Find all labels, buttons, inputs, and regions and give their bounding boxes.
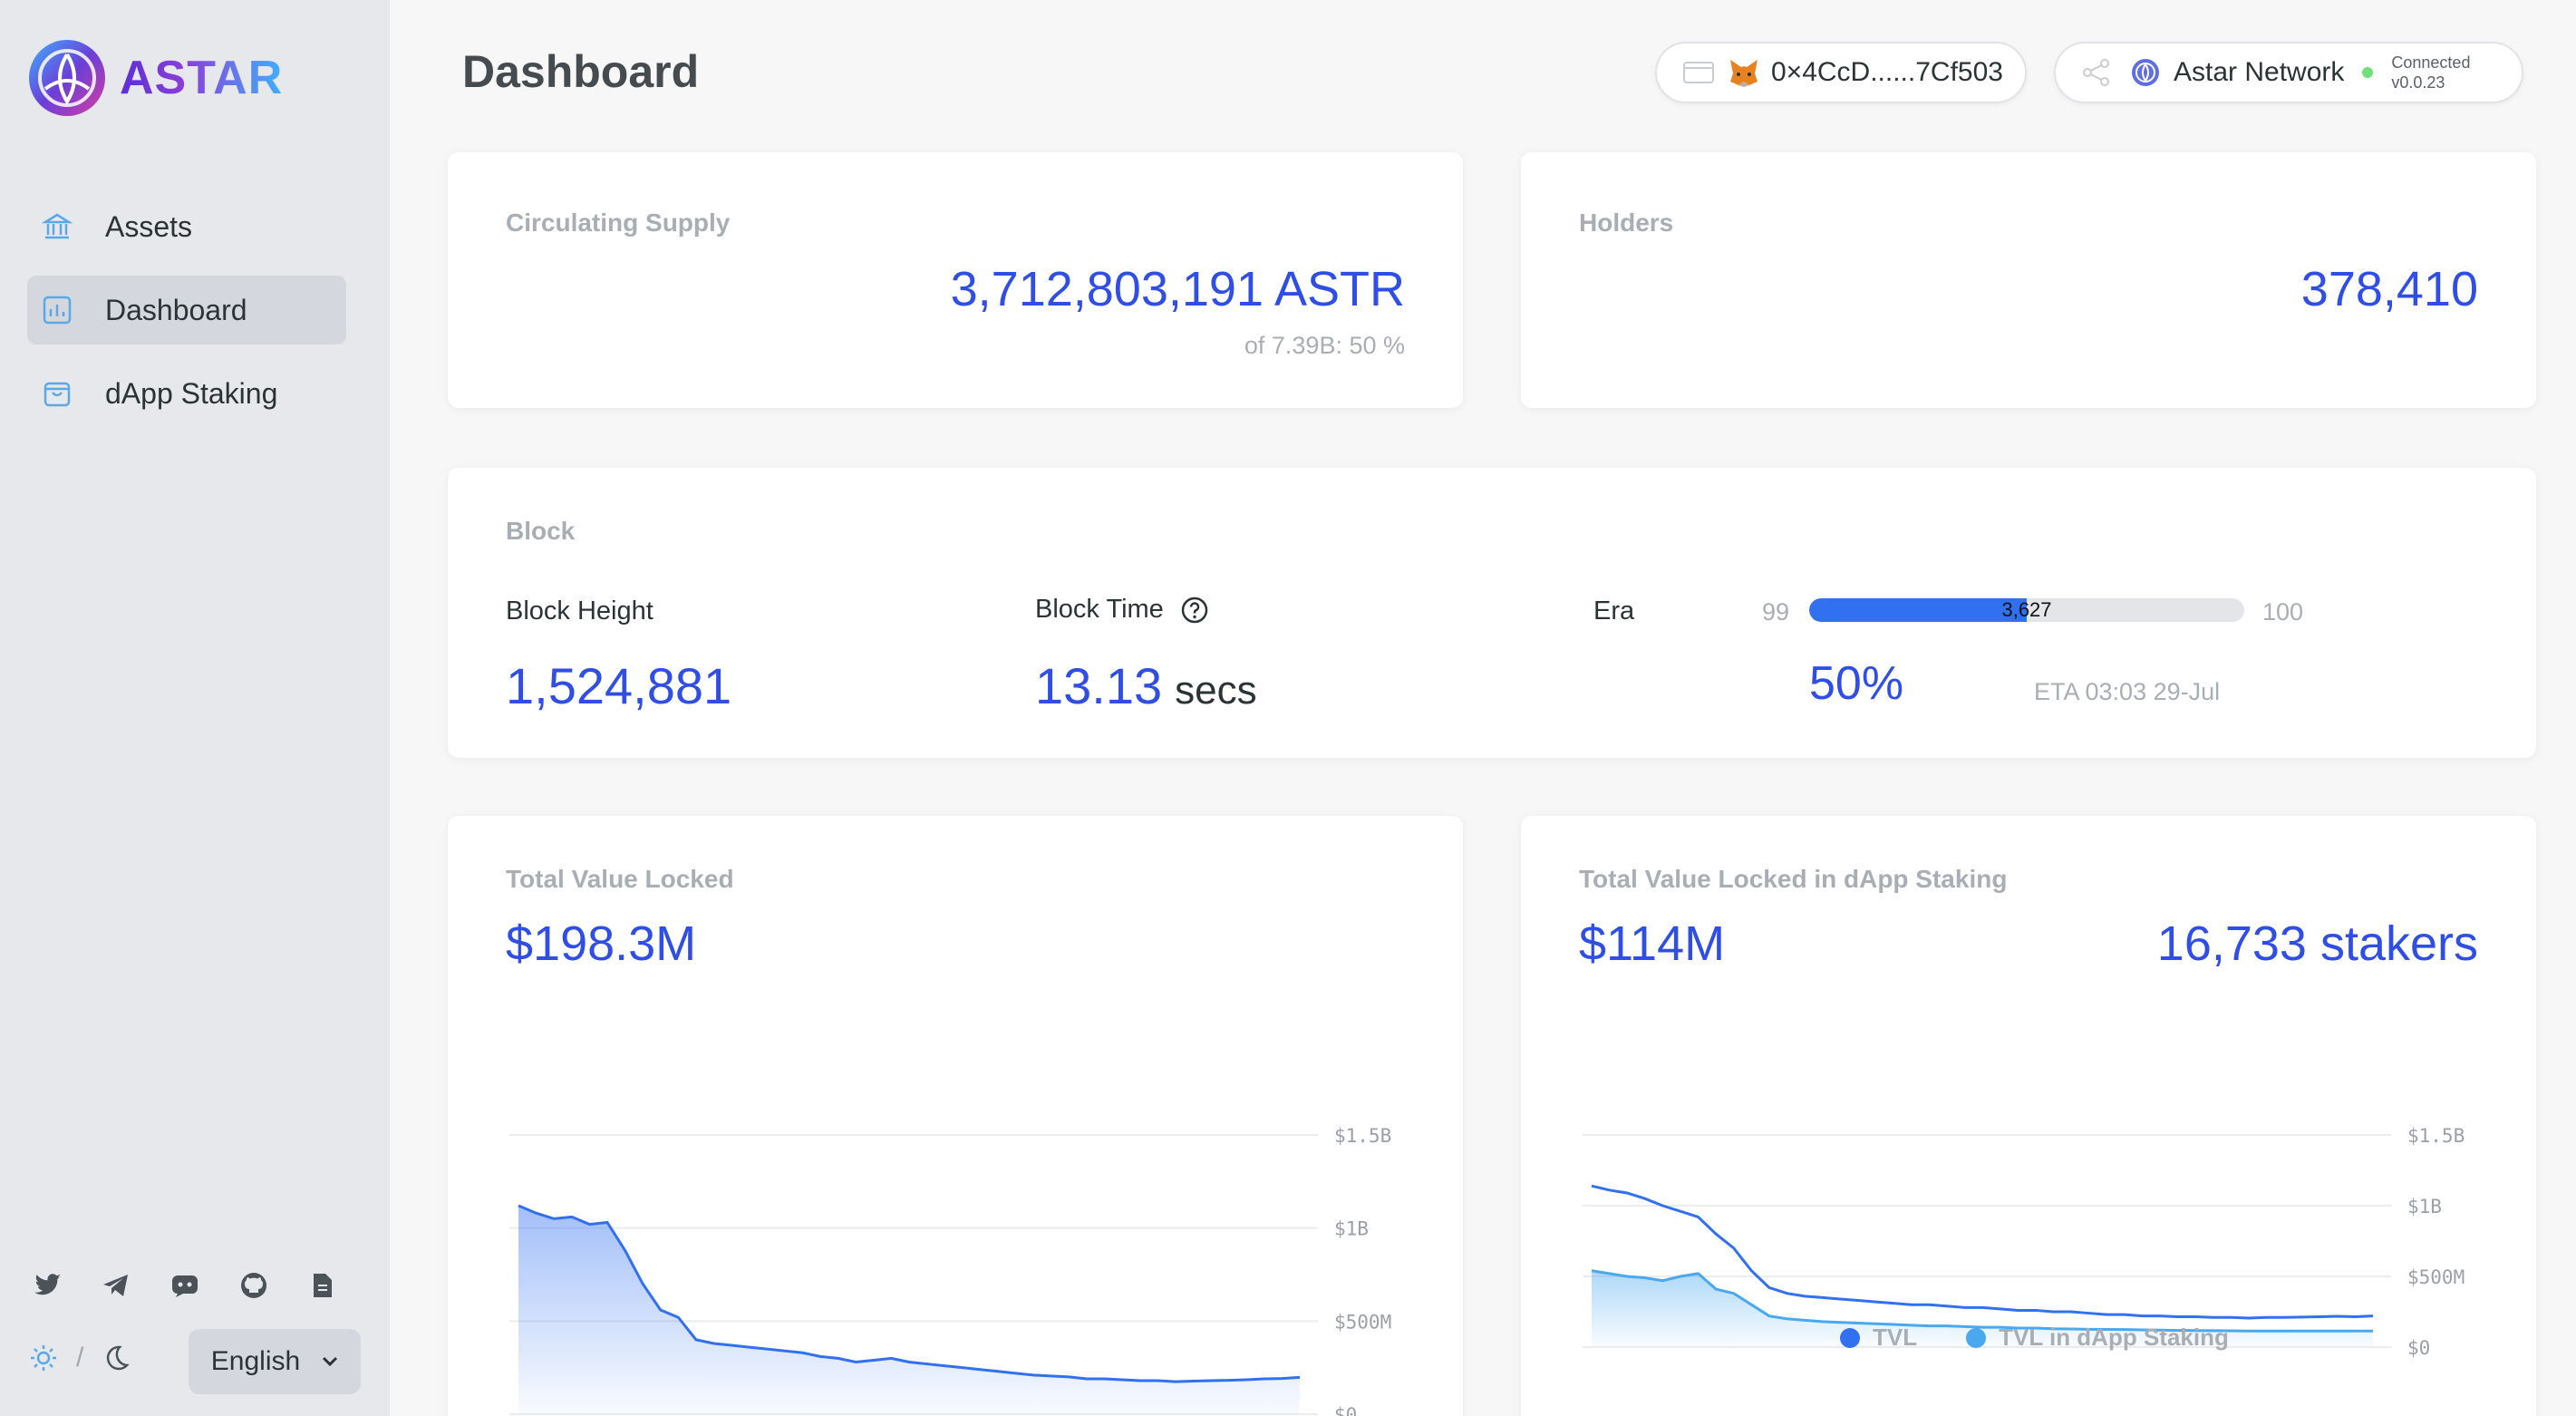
network-button[interactable]: Astar Network Connected v0.0.23 bbox=[2054, 42, 2523, 103]
block-time-label: Block Time bbox=[1035, 595, 1164, 624]
block-height-label: Block Height bbox=[506, 596, 654, 626]
era-end: 100 bbox=[2262, 598, 2304, 626]
card-title: Block bbox=[506, 517, 576, 545]
chevron-down-icon bbox=[323, 1356, 338, 1367]
block-card: Block Block Height 1,524,881 Block Time … bbox=[448, 468, 2536, 758]
app-version: v0.0.23 bbox=[2391, 73, 2445, 92]
y-tick-label: $500M bbox=[2407, 1266, 2465, 1288]
tvl-staking-card: Total Value Locked in dApp Staking $114M… bbox=[1521, 816, 2536, 1416]
legend-marker bbox=[1966, 1327, 1987, 1348]
tvl-card: Total Value Locked $198.3M $1.5B $1B $500M… bbox=[448, 816, 1463, 1416]
sidebar-item-label: dApp Staking bbox=[105, 376, 278, 410]
brand-logo[interactable]: ASTAR bbox=[25, 36, 283, 120]
block-time-header: Block Time bbox=[1035, 595, 1209, 625]
astar-logo-icon bbox=[29, 40, 105, 116]
twitter-icon[interactable] bbox=[31, 1269, 63, 1302]
tvl-chart: $1.5B$1B$500M$0May '22Jun '22Jul '22 bbox=[509, 1125, 1391, 1416]
block-time-unit: secs bbox=[1175, 668, 1257, 713]
block-height-value: 1,524,881 bbox=[506, 657, 732, 714]
moon-icon[interactable] bbox=[100, 1342, 132, 1374]
docs-icon[interactable] bbox=[306, 1269, 339, 1302]
social-links bbox=[31, 1269, 339, 1302]
card-title: Total Value Locked bbox=[506, 865, 734, 893]
era-label: Era bbox=[1593, 596, 1635, 626]
astar-network-icon bbox=[2132, 59, 2159, 86]
github-icon[interactable] bbox=[237, 1269, 270, 1302]
chart-icon bbox=[40, 293, 74, 327]
holders-value: 378,410 bbox=[2300, 262, 2478, 316]
sidebar-item-label: Dashboard bbox=[105, 293, 247, 326]
bag-icon bbox=[40, 376, 74, 411]
card-title: Total Value Locked in dApp Staking bbox=[1579, 865, 2008, 893]
connection-status: Connected v0.0.23 bbox=[2391, 53, 2470, 92]
chart-legend: TVL TVL in dApp Staking bbox=[1840, 1324, 2229, 1352]
sidebar-item-dapp-staking[interactable]: dApp Staking bbox=[27, 359, 346, 428]
wallet-button[interactable]: 0×4CcD......7Cf503 bbox=[1655, 42, 2027, 103]
era-percent: 50% bbox=[1809, 657, 1904, 710]
y-tick-label: $1B bbox=[1334, 1218, 1369, 1240]
era-eta: ETA 03:03 29-Jul bbox=[2034, 678, 2221, 705]
theme-separator: / bbox=[76, 1343, 84, 1372]
bank-icon bbox=[40, 209, 74, 244]
help-icon[interactable] bbox=[1180, 596, 1209, 625]
y-tick-label: $1B bbox=[2407, 1196, 2442, 1217]
brand-name: ASTAR bbox=[120, 52, 284, 104]
y-tick-label: $0 bbox=[1334, 1404, 1357, 1416]
sidebar-nav: Assets Dashboard dApp Staking bbox=[27, 192, 346, 442]
page-title: Dashboard bbox=[462, 46, 700, 97]
language-select[interactable]: English bbox=[189, 1329, 361, 1394]
era-start: 99 bbox=[1762, 598, 1790, 626]
circulating-supply-value: 3,712,803,191 ASTR bbox=[950, 262, 1405, 316]
y-tick-label: $1.5B bbox=[1334, 1125, 1391, 1147]
legend-marker bbox=[1840, 1327, 1860, 1348]
series-area bbox=[518, 1206, 1300, 1414]
share-icon bbox=[2083, 59, 2109, 86]
wallet-icon bbox=[1683, 62, 1714, 83]
theme-switcher: / bbox=[27, 1342, 132, 1374]
connection-status-dot bbox=[2362, 67, 2374, 78]
discord-icon[interactable] bbox=[169, 1269, 201, 1302]
legend-label: TVL in dApp Staking bbox=[1999, 1324, 2229, 1351]
sun-icon[interactable] bbox=[27, 1342, 60, 1374]
sidebar: ASTAR Assets Dashboard dApp Staking / En… bbox=[0, 0, 390, 1416]
y-tick-label: $0 bbox=[2407, 1337, 2430, 1359]
sidebar-item-assets[interactable]: Assets bbox=[27, 192, 346, 261]
holders-card: Holders 378,410 bbox=[1521, 152, 2536, 408]
telegram-icon[interactable] bbox=[100, 1269, 132, 1302]
era-progress-bar: 3,627 bbox=[1809, 598, 2244, 622]
block-time: 13.13 secs bbox=[1035, 656, 1257, 715]
block-time-value: 13.13 bbox=[1035, 657, 1163, 714]
language-label: English bbox=[210, 1346, 301, 1376]
card-title: Holders bbox=[1579, 209, 1674, 237]
circulating-supply-card: Circulating Supply 3,712,803,191 ASTR of… bbox=[448, 152, 1463, 408]
tvl-staking-chart: $1.5B$1B$500M$0May '22Jun '22Jul '22 bbox=[1583, 1125, 2465, 1359]
era-progress-text: 3,627 bbox=[2001, 598, 2052, 621]
circulating-supply-ratio: of 7.39B: 50 % bbox=[1244, 332, 1405, 359]
metamask-fox-icon bbox=[1730, 60, 1758, 87]
wallet-address: 0×4CcD......7Cf503 bbox=[1771, 57, 2003, 87]
network-name: Astar Network bbox=[2174, 57, 2345, 87]
y-tick-label: $500M bbox=[1334, 1311, 1391, 1333]
sidebar-item-dashboard[interactable]: Dashboard bbox=[27, 276, 346, 344]
y-tick-label: $1.5B bbox=[2407, 1125, 2465, 1147]
legend-label: TVL bbox=[1873, 1324, 1918, 1351]
connection-status-label: Connected bbox=[2391, 53, 2471, 72]
sidebar-item-label: Assets bbox=[105, 209, 193, 243]
card-title: Circulating Supply bbox=[506, 209, 731, 237]
